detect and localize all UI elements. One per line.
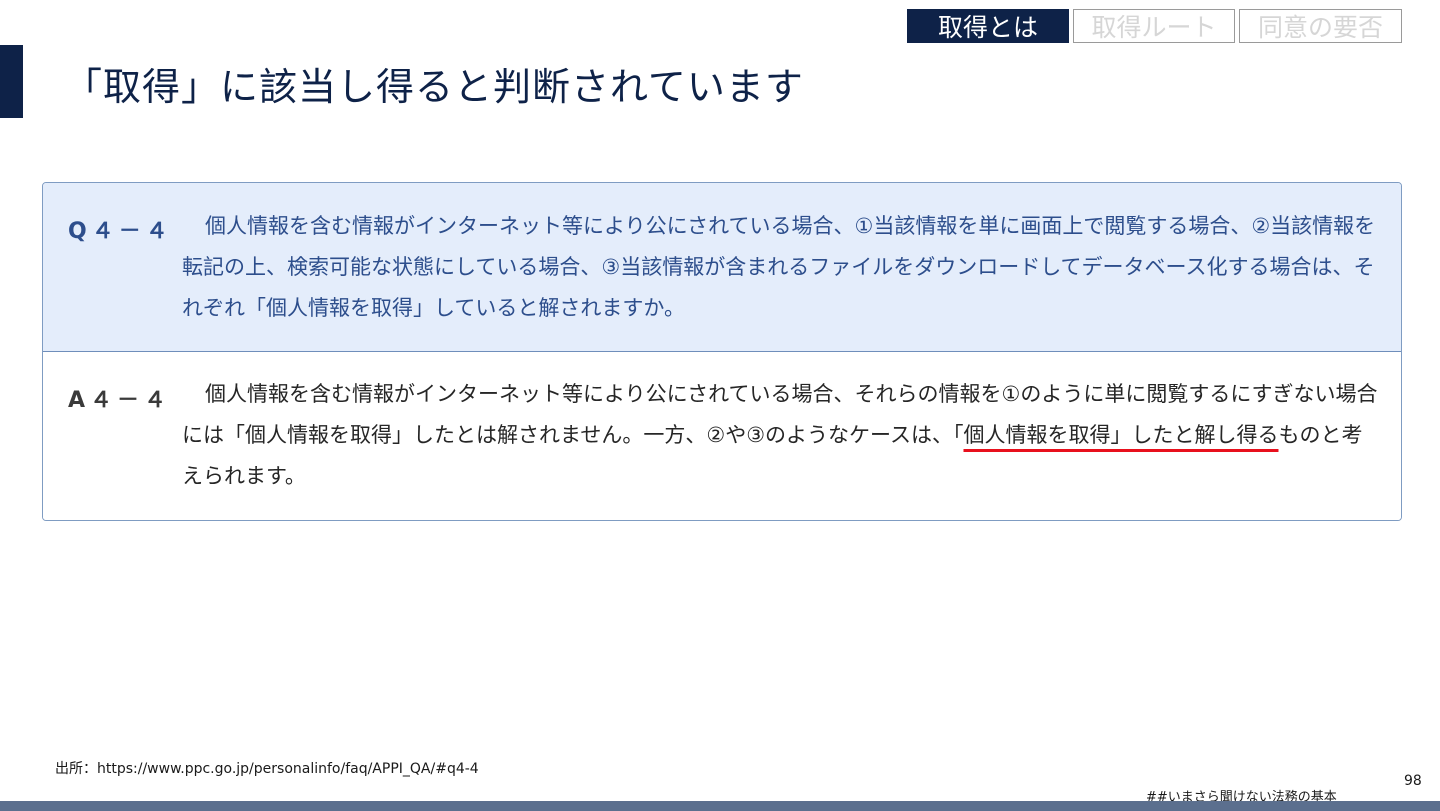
page-number: 98 [1404,773,1422,789]
section-nav: 取得とは 取得ルート 同意の要否 [907,9,1402,43]
nav-tab-doui-no-youhi[interactable]: 同意の要否 [1239,9,1402,43]
question-text-block: 個人情報を含む情報がインターネット等により公にされている場合、①当該情報を単に画… [182,206,1381,329]
footer-bar [0,801,1440,811]
qa-box: Q４－４ 個人情報を含む情報がインターネット等により公にされている場合、①当該情… [42,182,1402,521]
answer-section: A４－４ 個人情報を含む情報がインターネット等により公にされている場合、それらの… [43,352,1401,520]
source-citation: 出所：https://www.ppc.go.jp/personalinfo/fa… [55,761,479,777]
answer-text-underlined: 個人情報を取得」したと解し得る [963,423,1279,447]
question-section: Q４－４ 個人情報を含む情報がインターネット等により公にされている場合、①当該情… [43,183,1401,352]
page-title: 「取得」に該当し得ると判断されています [64,65,804,109]
nav-tab-shutoku-towa[interactable]: 取得とは [907,9,1069,43]
answer-text-block: 個人情報を含む情報がインターネット等により公にされている場合、それらの情報を①の… [182,374,1381,497]
answer-label: A４－４ [68,388,172,413]
question-label: Q４－４ [68,219,173,244]
nav-tab-shutoku-route[interactable]: 取得ルート [1073,9,1235,43]
question-text: 個人情報を含む情報がインターネット等により公にされている場合、①当該情報を単に画… [182,214,1376,320]
title-accent-bar [0,45,23,118]
